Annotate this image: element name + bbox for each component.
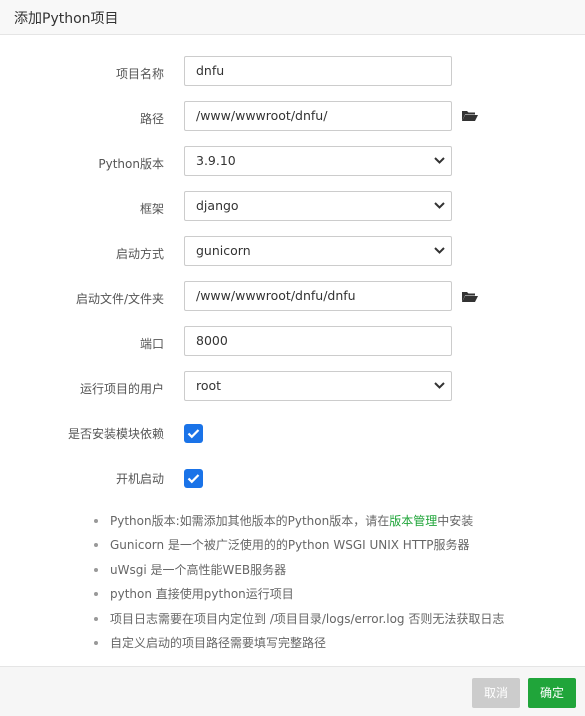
project-name-input[interactable]: dnfu	[184, 56, 452, 86]
python-version-value: 3.9.10	[196, 153, 236, 168]
start-method-select[interactable]: gunicorn	[184, 236, 452, 266]
dialog-header: 添加Python项目	[0, 0, 585, 35]
note-item: 项目日志需要在项目内定位到 /项目目录/logs/error.log 否则无法获…	[94, 610, 574, 634]
check-icon	[187, 474, 200, 484]
python-version-label: Python版本	[98, 157, 164, 171]
startup-file-label: 启动文件/文件夹	[75, 292, 164, 306]
project-name-label: 项目名称	[115, 67, 164, 81]
note-item: Gunicorn 是一个被广泛使用的的Python WSGI UNIX HTTP…	[94, 536, 574, 560]
chevron-down-icon	[434, 157, 445, 164]
python-version-select[interactable]: 3.9.10	[184, 146, 452, 176]
check-icon	[187, 429, 200, 439]
path-input[interactable]: /www/wwwroot/dnfu/	[184, 101, 452, 131]
framework-value: django	[196, 198, 239, 213]
version-manager-link[interactable]: 版本管理	[389, 514, 437, 528]
port-label: 端口	[139, 337, 164, 351]
run-user-value: root	[196, 378, 222, 393]
dialog-footer: 取消 确定	[0, 666, 585, 716]
run-user-select[interactable]: root	[184, 371, 452, 401]
install-deps-checkbox[interactable]	[184, 424, 203, 443]
start-method-label: 启动方式	[115, 247, 164, 261]
port-input[interactable]: 8000	[184, 326, 452, 356]
note-text: 中安装	[437, 514, 474, 528]
autostart-label: 开机启动	[115, 472, 164, 486]
start-method-value: gunicorn	[196, 243, 251, 258]
install-deps-label: 是否安装模块依赖	[67, 427, 164, 441]
run-user-label: 运行项目的用户	[79, 382, 164, 396]
cancel-button[interactable]: 取消	[472, 678, 520, 708]
framework-select[interactable]: django	[184, 191, 452, 221]
autostart-checkbox[interactable]	[184, 469, 203, 488]
confirm-button[interactable]: 确定	[528, 678, 576, 708]
dialog-title: 添加Python项目	[14, 11, 119, 27]
note-item: python 直接使用python运行项目	[94, 585, 574, 609]
chevron-down-icon	[434, 202, 445, 209]
path-label: 路径	[139, 112, 164, 126]
note-item: uWsgi 是一个高性能WEB服务器	[94, 561, 574, 585]
chevron-down-icon	[434, 247, 445, 254]
note-item: Python版本:如需添加其他版本的Python版本，请在版本管理中安装	[94, 512, 574, 536]
startup-file-input[interactable]: /www/wwwroot/dnfu/dnfu	[184, 281, 452, 311]
folder-open-icon[interactable]	[462, 291, 478, 303]
chevron-down-icon	[434, 382, 445, 389]
framework-label: 框架	[139, 202, 164, 216]
help-notes: Python版本:如需添加其他版本的Python版本，请在版本管理中安装 Gun…	[94, 512, 574, 658]
note-text: Python版本:如需添加其他版本的Python版本，请在	[110, 514, 390, 528]
folder-open-icon[interactable]	[462, 110, 478, 122]
note-item: 自定义启动的项目路径需要填写完整路径	[94, 634, 574, 658]
